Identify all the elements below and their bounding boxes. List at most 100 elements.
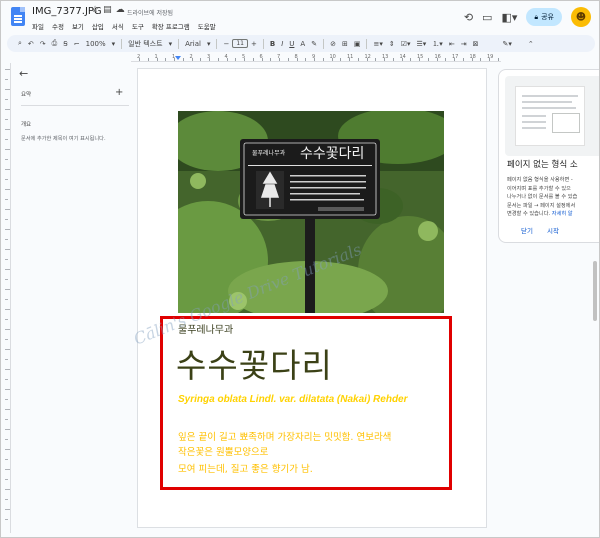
menu-format[interactable]: 서식 <box>112 21 124 31</box>
vruler-tick <box>5 489 10 490</box>
ruler-tick <box>392 58 394 61</box>
font-size-input[interactable]: 11 <box>232 39 248 48</box>
move-folder-icon[interactable]: ▤ <box>103 5 112 15</box>
meet-icon[interactable]: ◧▾ <box>501 11 517 24</box>
bold-icon[interactable]: B <box>267 40 278 48</box>
print-icon[interactable]: ⎙ <box>49 39 61 48</box>
divider <box>262 38 264 49</box>
ruler-tick <box>296 58 298 61</box>
align-icon[interactable]: ≡▾ <box>370 40 385 48</box>
history-icon[interactable]: ⟲ <box>464 11 473 24</box>
paint-format-icon[interactable]: ⌐ <box>71 40 83 48</box>
learn-more-link[interactable]: 자세히 알 <box>552 211 573 217</box>
ruler-tick <box>209 58 210 61</box>
ruler-tick <box>156 58 158 61</box>
star-icon[interactable]: ☆ <box>91 5 99 15</box>
vruler-tick <box>5 249 10 250</box>
ruler-tick <box>462 58 464 61</box>
ruler-number: 19 <box>487 54 494 60</box>
vruler-tick <box>5 469 10 470</box>
chevron-down-icon[interactable]: ▾ <box>166 40 176 48</box>
numbered-list-icon[interactable]: ⒈▾ <box>429 39 446 49</box>
vertical-ruler[interactable] <box>1 63 11 533</box>
line-spacing-icon[interactable]: ⇕ <box>386 40 398 48</box>
editing-mode-icon[interactable]: ✎▾ <box>499 40 514 48</box>
card-description: 페이지 없음 형식을 사용하면 - 이어지며 표를 추가할 수 있으 나누거나 … <box>507 176 577 219</box>
decrease-font-icon[interactable]: − <box>220 40 232 48</box>
close-button[interactable]: 닫기 <box>521 225 533 235</box>
highlight-icon[interactable]: ✎ <box>308 40 320 48</box>
ruler-tick <box>331 58 333 61</box>
back-arrow-icon[interactable]: ← <box>19 67 28 80</box>
undo-icon[interactable]: ↶ <box>25 40 37 48</box>
menu-help[interactable]: 도움말 <box>198 21 216 31</box>
bullet-list-icon[interactable]: ☰▾ <box>414 40 430 48</box>
menu-insert[interactable]: 삽입 <box>92 21 104 31</box>
ruler-tick <box>480 58 482 61</box>
indent-icon[interactable]: ⇤ <box>446 40 458 48</box>
share-button[interactable]: 🔒︎ 공유 <box>526 8 562 26</box>
ruler-number: 11 <box>347 54 354 60</box>
chevron-down-icon[interactable]: ▾ <box>109 40 119 48</box>
redo-icon[interactable]: ↷ <box>37 40 49 48</box>
vruler-tick <box>5 179 8 180</box>
search-menus-icon[interactable]: ⌕ <box>15 39 25 48</box>
comment-icon[interactable]: ▭ <box>482 11 492 24</box>
vruler-tick <box>5 419 8 420</box>
plant-sign-photo[interactable]: 물푸레나무과 수수꽃다리 <box>178 111 444 313</box>
doc-preview-icon <box>515 86 585 146</box>
ruler-tick <box>322 58 324 61</box>
toolbar: ⌕ ↶ ↷ ⎙ Ꞩ ⌐ 100% ▾ 일반 텍스트 ▾ Arial ▾ − 11… <box>7 35 595 52</box>
indent-marker[interactable] <box>175 56 181 60</box>
scrollbar[interactable] <box>593 261 597 321</box>
cloud-saved-icon[interactable]: ☁ <box>116 5 125 15</box>
menu-extensions[interactable]: 확장 프로그램 <box>152 21 190 31</box>
ruler-number: 16 <box>434 54 441 60</box>
menu-tools[interactable]: 도구 <box>132 21 144 31</box>
horizontal-ruler[interactable]: 2 1 1 2 3 4 5 6 7 8 9 10 11 12 13 14 15 16 17 18 19 <box>131 53 501 62</box>
card-description-line: 이어지며 표를 추가할 수 있으 <box>507 185 571 192</box>
chevron-down-icon[interactable]: ▾ <box>204 40 214 48</box>
add-summary-icon[interactable]: + <box>115 87 123 98</box>
card-description-line: 변경할 수 있습니다. 자세히 알 <box>507 211 573 217</box>
menu-edit[interactable]: 수정 <box>52 21 64 31</box>
vruler-tick <box>5 349 10 350</box>
clear-format-icon[interactable]: ⊠ <box>470 40 482 48</box>
ruler-tick <box>357 58 359 61</box>
start-button[interactable]: 시작 <box>547 225 559 235</box>
divider <box>366 38 368 49</box>
ruler-tick <box>174 58 175 61</box>
ruler-number: 18 <box>469 54 476 60</box>
zoom-select[interactable]: 100% <box>83 40 109 48</box>
ruler-tick <box>445 58 447 61</box>
underline-icon[interactable]: U <box>286 40 297 48</box>
checklist-icon[interactable]: ☑▾ <box>398 40 414 48</box>
link-icon[interactable]: ⊘ <box>327 40 339 48</box>
text-color-icon[interactable]: A <box>297 40 308 48</box>
avatar[interactable]: ☻ <box>571 7 591 27</box>
menu-file[interactable]: 파일 <box>32 21 44 31</box>
font-select[interactable]: Arial <box>182 40 204 48</box>
insert-image-icon[interactable]: ▣ <box>351 40 364 48</box>
style-select[interactable]: 일반 텍스트 <box>125 39 165 49</box>
increase-font-icon[interactable]: + <box>248 40 260 48</box>
vruler-tick <box>5 369 10 370</box>
spellcheck-icon[interactable]: Ꞩ <box>60 40 70 48</box>
vruler-tick <box>5 199 8 200</box>
italic-icon[interactable]: I <box>278 40 286 48</box>
vruler-tick <box>5 409 10 410</box>
docs-logo-icon[interactable] <box>11 7 25 26</box>
ruler-tick <box>436 58 438 61</box>
vruler-tick <box>5 79 8 80</box>
card-description-line: 문서는 파일 → 페이지 설정에서 <box>507 202 576 209</box>
ruler-tick <box>191 58 193 61</box>
menu-view[interactable]: 보기 <box>72 21 84 31</box>
add-comment-icon[interactable]: ⊞ <box>339 40 351 48</box>
photo-illustration: 물푸레나무과 수수꽃다리 <box>178 111 444 313</box>
ruler-tick <box>349 58 350 61</box>
ruler-tick <box>489 58 490 61</box>
vruler-tick <box>5 449 10 450</box>
collapse-toolbar-icon[interactable]: ⌃ <box>525 40 537 48</box>
vruler-tick <box>5 289 10 290</box>
outdent-icon[interactable]: ⇥ <box>458 40 470 48</box>
